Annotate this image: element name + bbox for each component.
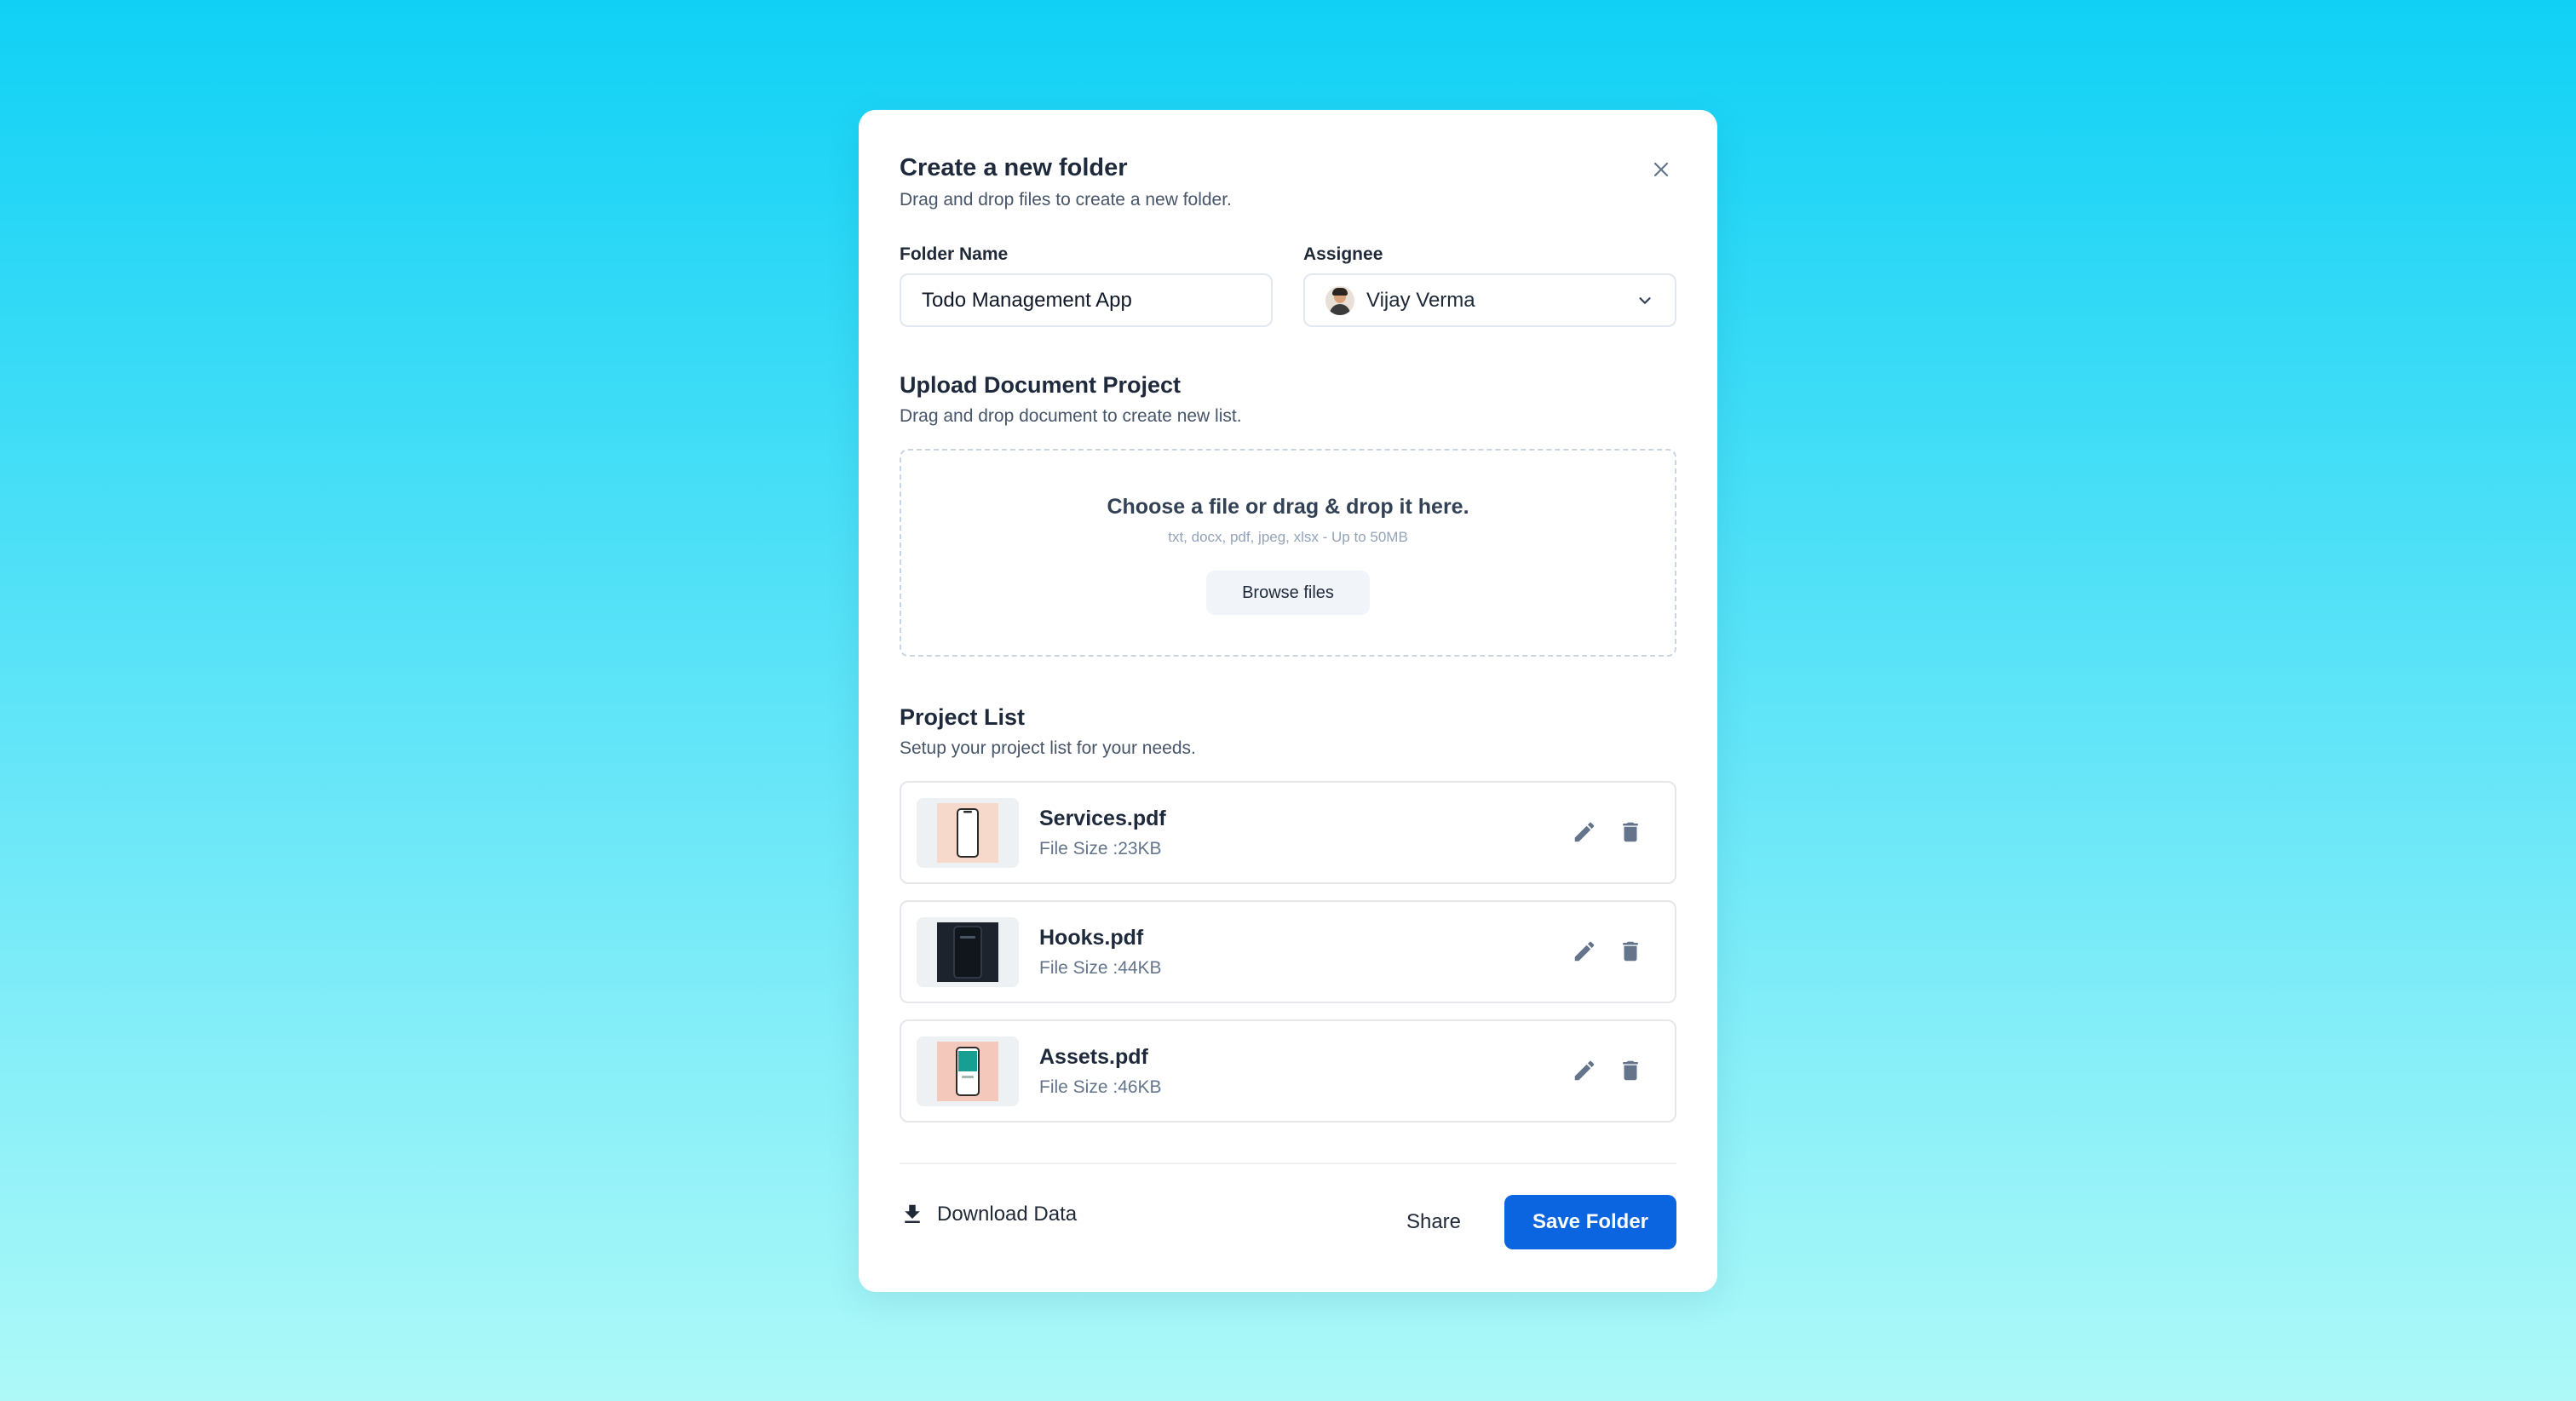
phone-mockup-icon — [937, 922, 998, 982]
file-name: Services.pdf — [1039, 807, 1166, 830]
upload-section-subtitle: Drag and drop document to create new lis… — [900, 406, 1242, 426]
create-folder-dialog: Create a new folder Drag and drop files … — [859, 110, 1717, 1292]
dropzone-hint: txt, docx, pdf, jpeg, xlsx - Up to 50MB — [1168, 529, 1408, 545]
delete-button[interactable] — [1613, 1054, 1647, 1088]
project-list-title: Project List — [900, 704, 1026, 730]
download-data-button[interactable]: Download Data — [900, 1195, 1077, 1234]
close-icon — [1653, 162, 1669, 177]
file-thumbnail — [917, 798, 1019, 868]
file-size: File Size :44KB — [1039, 958, 1162, 978]
file-size: File Size :23KB — [1039, 839, 1162, 858]
pencil-icon — [1574, 1060, 1595, 1081]
assignee-select[interactable]: Vijay Verma — [1303, 273, 1676, 327]
chevron-down-icon — [1639, 296, 1651, 304]
file-size: File Size :46KB — [1039, 1077, 1162, 1097]
file-dropzone[interactable]: Choose a file or drag & drop it here. tx… — [900, 449, 1676, 657]
delete-button[interactable] — [1613, 815, 1647, 849]
edit-button[interactable] — [1567, 934, 1601, 968]
download-data-label: Download Data — [937, 1203, 1078, 1226]
file-thumbnail — [917, 917, 1019, 987]
trash-icon — [1623, 1060, 1638, 1081]
folder-name-label: Folder Name — [900, 244, 1009, 264]
file-name: Assets.pdf — [1039, 1045, 1148, 1069]
file-thumbnail — [917, 1036, 1019, 1106]
file-card-services: Services.pdf File Size :23KB — [900, 781, 1676, 884]
avatar — [1325, 285, 1354, 315]
file-card-hooks: Hooks.pdf File Size :44KB — [900, 900, 1676, 1003]
folder-name-input[interactable] — [900, 273, 1273, 327]
edit-button[interactable] — [1567, 1054, 1601, 1088]
browse-files-button[interactable]: Browse files — [1206, 571, 1370, 615]
dropzone-title: Choose a file or drag & drop it here. — [1107, 495, 1469, 519]
save-folder-button[interactable]: Save Folder — [1504, 1195, 1676, 1249]
footer-divider — [900, 1163, 1676, 1164]
phone-mockup-icon — [937, 803, 998, 863]
trash-icon — [1623, 941, 1638, 962]
close-button[interactable] — [1646, 154, 1676, 185]
share-button[interactable]: Share — [1387, 1195, 1481, 1249]
edit-button[interactable] — [1567, 815, 1601, 849]
file-card-assets: Assets.pdf File Size :46KB — [900, 1019, 1676, 1123]
pencil-icon — [1574, 822, 1595, 842]
dialog-title: Create a new folder — [900, 154, 1128, 181]
upload-section-title: Upload Document Project — [900, 372, 1182, 398]
assignee-value: Vijay Verma — [1366, 288, 1475, 312]
project-list-subtitle: Setup your project list for your needs. — [900, 738, 1196, 758]
assignee-label: Assignee — [1303, 244, 1383, 264]
download-icon — [905, 1204, 920, 1223]
pencil-icon — [1574, 941, 1595, 962]
dialog-subtitle: Drag and drop files to create a new fold… — [900, 190, 1232, 210]
trash-icon — [1623, 822, 1638, 842]
phone-mockup-icon — [937, 1042, 998, 1101]
delete-button[interactable] — [1613, 934, 1647, 968]
file-name: Hooks.pdf — [1039, 926, 1144, 950]
